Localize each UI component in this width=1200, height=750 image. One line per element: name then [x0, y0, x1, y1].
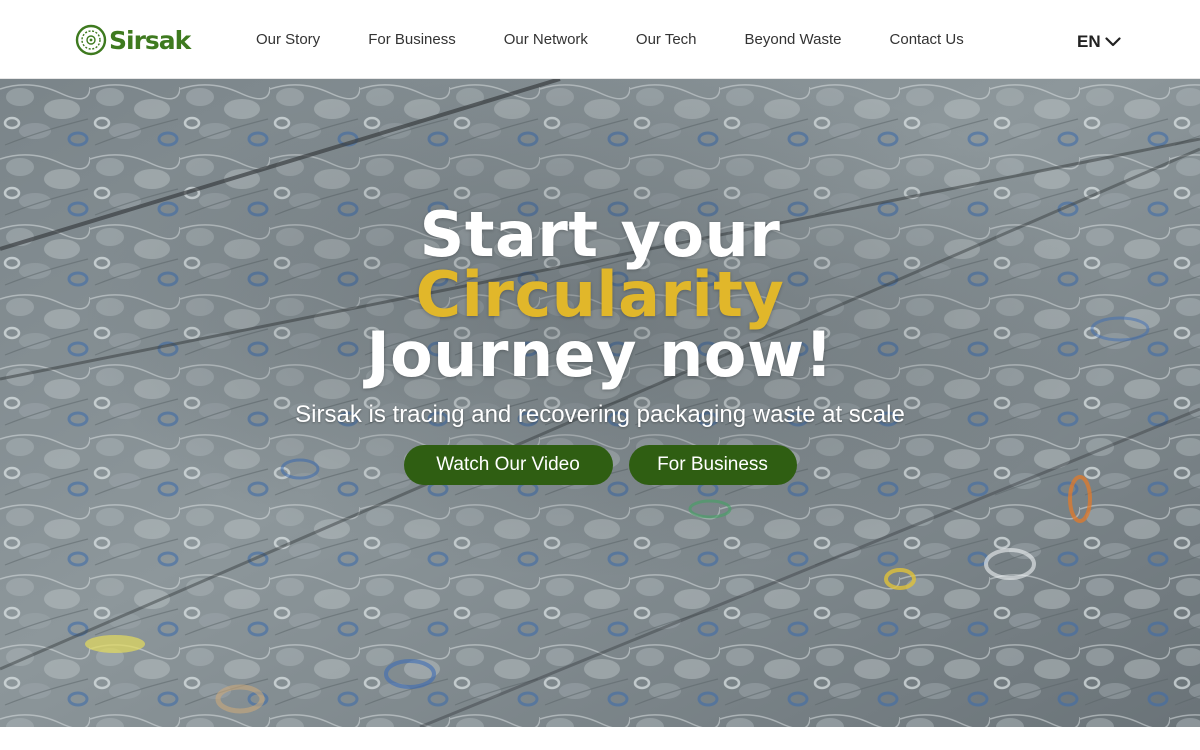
nav-beyond-waste[interactable]: Beyond Waste [745, 31, 842, 51]
nav-our-network[interactable]: Our Network [504, 31, 588, 51]
language-label: EN [1077, 32, 1101, 51]
hero-title-line3: Journey now! [366, 318, 834, 391]
site-header: Sirsak Our Story For Business Our Networ… [0, 0, 1200, 79]
hero-title: Start your Circularity Journey now! [0, 204, 1200, 386]
hero-subtitle: Sirsak is tracing and recovering packagi… [295, 401, 905, 428]
for-business-button[interactable]: For Business [628, 445, 797, 485]
language-selector[interactable]: EN [1077, 32, 1121, 52]
sirsak-logo[interactable]: Sirsak [75, 22, 191, 58]
nav-our-story[interactable]: Our Story [256, 31, 320, 51]
chevron-down-icon [1105, 37, 1121, 47]
hero-cta-row: Watch Our Video For Business [0, 445, 1200, 485]
nav-for-business[interactable]: For Business [368, 31, 456, 51]
hero-section: Start your Circularity Journey now! Sirs… [0, 79, 1200, 727]
logo-wordmark: Sirsak [109, 25, 191, 55]
watch-video-button[interactable]: Watch Our Video [403, 445, 613, 485]
main-nav: Our Story For Business Our Network Our T… [256, 31, 964, 51]
sirsak-logo-icon [75, 24, 107, 56]
nav-our-tech[interactable]: Our Tech [636, 31, 697, 51]
nav-contact-us[interactable]: Contact Us [890, 31, 964, 51]
